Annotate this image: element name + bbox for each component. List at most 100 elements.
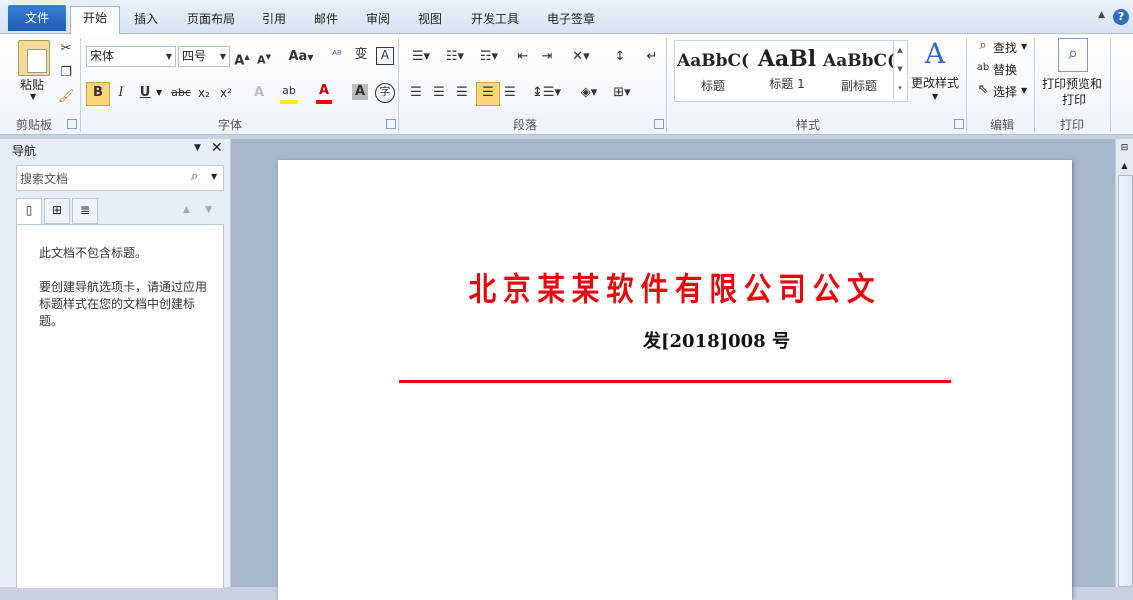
superscript-button[interactable]: x² bbox=[218, 84, 234, 102]
group-divider bbox=[966, 38, 967, 132]
help-icon[interactable]: ? bbox=[1113, 9, 1129, 25]
document-number: 发[2018]008 号 bbox=[643, 331, 790, 352]
line-spacing-icon[interactable]: ↨☰▾ bbox=[532, 84, 561, 102]
select-button[interactable]: 选择 bbox=[993, 83, 1017, 100]
chinese-layout-icon[interactable]: ✕▾ bbox=[568, 48, 594, 66]
copy-icon[interactable]: ❐ bbox=[58, 64, 74, 82]
character-shading-icon[interactable]: A bbox=[352, 84, 368, 100]
bold-button[interactable]: B bbox=[86, 82, 110, 106]
clipboard-launcher-icon[interactable] bbox=[67, 119, 77, 129]
styles-scroll-icon[interactable]: ▲ ▼ ▾ bbox=[893, 41, 906, 99]
print-preview-button[interactable]: 打印预览和 bbox=[1042, 75, 1102, 92]
font-launcher-icon[interactable] bbox=[386, 119, 396, 129]
text-effects-icon[interactable]: A bbox=[250, 84, 268, 102]
select-dropdown-icon[interactable]: ▼ bbox=[1021, 86, 1027, 95]
replace-button[interactable]: 替换 bbox=[993, 61, 1017, 78]
tab-developer[interactable]: 开发工具 bbox=[462, 8, 528, 34]
document-page[interactable]: 北京某某软件有限公司公文 发[2018]008 号 bbox=[278, 160, 1072, 600]
paste-button-label[interactable]: 粘贴 bbox=[20, 76, 44, 93]
tab-e-signature[interactable]: 电子签章 bbox=[538, 8, 604, 34]
enclose-characters-icon[interactable]: 字 bbox=[375, 83, 395, 103]
style-name: 标题 1 bbox=[769, 77, 805, 91]
tab-home[interactable]: 开始 bbox=[70, 6, 120, 36]
multilevel-list-icon[interactable]: ☶▾ bbox=[476, 48, 502, 66]
tab-pages-icon[interactable]: ⊞ bbox=[44, 198, 70, 224]
tab-insert[interactable]: 插入 bbox=[124, 8, 168, 34]
minimize-ribbon-icon[interactable]: ▲ bbox=[1098, 10, 1105, 20]
sort-icon[interactable]: ↕ bbox=[610, 48, 630, 66]
no-headings-message: 此文档不包含标题。 bbox=[39, 246, 148, 260]
print-preview-icon[interactable]: ⌕ bbox=[1058, 38, 1088, 72]
grow-font-icon[interactable]: A▲ bbox=[234, 48, 250, 70]
vertical-scrollbar[interactable]: ⊟ ▲ bbox=[1115, 139, 1133, 587]
file-tab[interactable]: 文件 bbox=[8, 5, 66, 31]
strikethrough-button[interactable]: abc bbox=[170, 84, 192, 102]
group-divider bbox=[666, 38, 667, 132]
character-border-icon[interactable]: A bbox=[376, 47, 394, 65]
change-styles-dropdown-icon[interactable]: ▼ bbox=[932, 92, 938, 101]
prev-result-icon[interactable]: ▲ bbox=[183, 205, 190, 215]
underline-dropdown-icon[interactable]: ▼ bbox=[156, 88, 162, 97]
select-icon[interactable]: ⇖ bbox=[974, 81, 992, 99]
borders-icon[interactable]: ⊞▾ bbox=[608, 84, 636, 102]
styles-launcher-icon[interactable] bbox=[954, 119, 964, 129]
scrollbar-thumb[interactable] bbox=[1118, 175, 1133, 587]
find-dropdown-icon[interactable]: ▼ bbox=[1021, 42, 1027, 51]
print-preview-button-line2[interactable]: 打印 bbox=[1062, 91, 1086, 108]
find-button[interactable]: 查找 bbox=[993, 39, 1017, 56]
distributed-icon[interactable]: ☰ bbox=[502, 84, 518, 102]
change-styles-icon[interactable]: A bbox=[918, 38, 952, 70]
show-formatting-icon[interactable]: ↵ bbox=[644, 48, 660, 66]
increase-indent-icon[interactable]: ⇥ bbox=[538, 48, 556, 66]
search-icon[interactable]: ⌕ bbox=[191, 169, 198, 184]
search-options-icon[interactable]: ▼ bbox=[211, 172, 217, 181]
tab-page-layout[interactable]: 页面布局 bbox=[178, 8, 244, 34]
style-title[interactable]: AaBbC( 标题 bbox=[677, 41, 749, 99]
style-heading-1[interactable]: AaBl 标题 1 bbox=[751, 41, 823, 99]
shading-icon[interactable]: ◈▾ bbox=[574, 84, 604, 102]
paste-icon[interactable] bbox=[18, 40, 50, 76]
scroll-up-icon[interactable]: ▲ bbox=[1118, 161, 1131, 170]
font-size-combo[interactable]: 四号 ▼ bbox=[178, 46, 230, 67]
numbering-icon[interactable]: ☷▾ bbox=[442, 48, 468, 66]
shrink-font-icon[interactable]: A▼ bbox=[256, 48, 272, 70]
ruler-toggle-icon[interactable]: ⊟ bbox=[1118, 143, 1131, 157]
tab-view[interactable]: 视图 bbox=[408, 8, 452, 34]
change-styles-button[interactable]: 更改样式 bbox=[911, 74, 959, 91]
style-subtitle[interactable]: AaBbC( 副标题 bbox=[823, 41, 895, 99]
change-case-icon[interactable]: Aa▼ bbox=[288, 48, 314, 67]
tab-results-icon[interactable]: ≣ bbox=[72, 198, 98, 224]
tab-review[interactable]: 审阅 bbox=[356, 8, 400, 34]
font-color-icon[interactable]: A bbox=[316, 82, 332, 104]
align-right-icon[interactable]: ☰ bbox=[454, 84, 470, 102]
bullets-icon[interactable]: ☰▾ bbox=[408, 48, 434, 66]
underline-button[interactable]: U bbox=[138, 84, 152, 102]
tab-headings-icon[interactable]: ▯ bbox=[16, 198, 42, 227]
format-painter-icon[interactable]: 🖌 bbox=[58, 88, 75, 106]
nav-pane-title: 导航 bbox=[12, 144, 37, 158]
find-icon[interactable]: ⌕ bbox=[974, 37, 992, 55]
nav-close-icon[interactable]: ✕ bbox=[211, 140, 223, 156]
phonetic-guide-icon[interactable]: 变 bbox=[352, 46, 370, 64]
tab-references[interactable]: 引用 bbox=[252, 8, 296, 34]
nav-search-input[interactable]: 搜索文档 ⌕ ▼ bbox=[16, 165, 224, 191]
replace-icon[interactable]: ab bbox=[974, 59, 992, 77]
italic-button[interactable]: I bbox=[114, 84, 128, 102]
justify-icon[interactable]: ☰ bbox=[476, 82, 500, 106]
nav-options-dropdown-icon[interactable]: ▼ bbox=[194, 143, 201, 153]
align-left-icon[interactable]: ☰ bbox=[408, 84, 424, 102]
cut-icon[interactable]: ✂ bbox=[58, 40, 74, 58]
paragraph-launcher-icon[interactable] bbox=[654, 119, 664, 129]
group-divider bbox=[398, 38, 399, 132]
decrease-indent-icon[interactable]: ⇤ bbox=[514, 48, 532, 66]
clear-formatting-icon[interactable]: ᴬᴮ bbox=[328, 46, 346, 64]
ribbon: 粘贴 ▼ ✂ ❐ 🖌 剪贴板 宋体 ▼ 四号 ▼ A▲ A▼ Aa▼ ᴬᴮ 变 A … bbox=[0, 34, 1133, 135]
paste-dropdown-icon[interactable]: ▼ bbox=[30, 92, 36, 101]
subscript-button[interactable]: x₂ bbox=[196, 84, 212, 102]
highlight-icon[interactable]: ab bbox=[280, 82, 298, 104]
align-center-icon[interactable]: ☰ bbox=[431, 84, 447, 102]
tab-mailings[interactable]: 邮件 bbox=[304, 8, 348, 34]
style-name: 标题 bbox=[700, 79, 725, 93]
font-name-combo[interactable]: 宋体 ▼ bbox=[86, 46, 176, 67]
next-result-icon[interactable]: ▼ bbox=[205, 205, 212, 215]
